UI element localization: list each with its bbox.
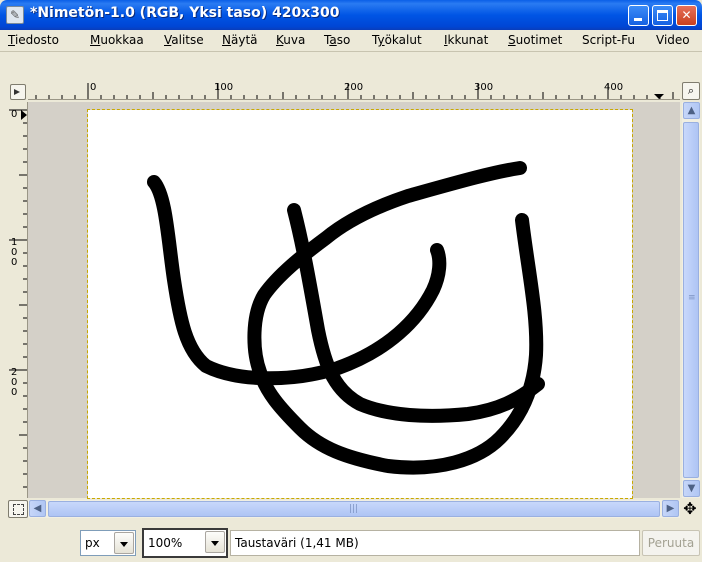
quick-mask-button[interactable] [8,500,28,518]
menu-script-fu[interactable]: Script-Fu [582,33,635,47]
unit-dropdown-button[interactable] [114,532,134,554]
gimp-app-icon[interactable]: ✎ [6,6,24,24]
grip-icon: ||| [349,504,359,514]
zoom-dropdown-button[interactable] [205,531,225,553]
navigate-cross-icon: ✥ [683,499,697,518]
cancel-button[interactable]: Peruuta [642,530,700,556]
horizontal-ruler[interactable]: 0 100 200 300 400 [28,82,680,100]
drawing-strokes [147,161,545,475]
minimize-button[interactable] [628,5,649,26]
vertical-ruler-ticks [9,109,27,488]
scroll-right-button[interactable]: ▶ [662,500,679,517]
menu-select[interactable]: Valitse [164,33,204,47]
status-message: Taustaväri (1,41 MB) [230,530,640,556]
vruler-label-100: 100 [11,238,17,268]
menu-tools[interactable]: Työkalut [372,33,422,47]
chevron-right-icon: ▶ [666,503,675,514]
image-canvas[interactable] [87,109,633,499]
hruler-label-200: 200 [344,82,364,93]
vruler-digit: 0 [11,387,18,398]
horizontal-scrollbar[interactable]: ◀ ||| ▶ [28,500,680,518]
vruler-digit: 0 [11,109,18,120]
chevron-up-icon: ▲ [687,105,696,116]
minimize-icon [634,18,642,21]
zoom-button[interactable]: ⌕ [682,82,700,100]
hruler-label-300: 300 [474,82,494,93]
zoom-selector[interactable]: 100% [142,528,228,558]
chevron-down-icon: ▼ [687,483,696,494]
zoom-value[interactable]: 100% [148,536,182,550]
vertical-scroll-thumb[interactable]: ≡ [683,122,699,478]
close-button[interactable]: ✕ [676,5,697,26]
navigate-button[interactable]: ✥ [680,500,700,518]
unit-selector[interactable]: px [80,530,136,556]
grip-icon: ≡ [688,293,696,303]
unit-value: px [85,536,100,550]
vruler-digit: 0 [11,257,18,268]
menu-file[interactable]: Tiedosto [8,33,59,47]
pointer-marker [654,94,664,99]
hruler-label-100: 100 [214,82,234,93]
window-title: *Nimetön-1.0 (RGB, Yksi taso) 420x300 [30,5,340,21]
menu-windows[interactable]: Ikkunat [444,33,488,47]
hruler-label-0: 0 [90,82,97,93]
hruler-label-400: 400 [604,82,624,93]
status-bar: px 100% Taustaväri (1,41 MB) Peruuta [0,522,702,562]
vruler-label-0: 0 [11,110,17,120]
vertical-ruler[interactable]: 0 100 200 [8,102,28,498]
scroll-left-button[interactable]: ◀ [29,500,46,517]
vertical-scrollbar[interactable]: ▲ ≡ ▼ [682,102,700,498]
menu-filters[interactable]: Suotimet [508,33,562,47]
title-bar[interactable]: ✎ *Nimetön-1.0 (RGB, Yksi taso) 420x300 … [0,0,702,30]
image-menu-button[interactable] [10,84,26,100]
vruler-label-200: 200 [11,368,17,398]
menu-video[interactable]: Video [656,33,690,47]
menu-view[interactable]: Näytä [222,33,258,47]
menu-edit[interactable]: Muokkaa [90,33,144,47]
menu-bar: Tiedosto Muokkaa Valitse Näytä Kuva Taso… [0,30,702,52]
maximize-icon [657,10,668,21]
horizontal-scroll-thumb[interactable]: ||| [48,501,660,517]
chevron-left-icon: ◀ [33,503,42,514]
maximize-button[interactable] [652,5,673,26]
status-message-text: Taustaväri (1,41 MB) [235,536,359,550]
menu-image[interactable]: Kuva [276,33,305,47]
canvas-viewport[interactable] [28,102,680,499]
zoom-icon: ⌕ [687,84,695,97]
menu-layer[interactable]: Taso [324,33,350,47]
pointer-marker [21,110,27,120]
scroll-down-button[interactable]: ▼ [683,480,700,497]
scroll-up-button[interactable]: ▲ [683,102,700,119]
